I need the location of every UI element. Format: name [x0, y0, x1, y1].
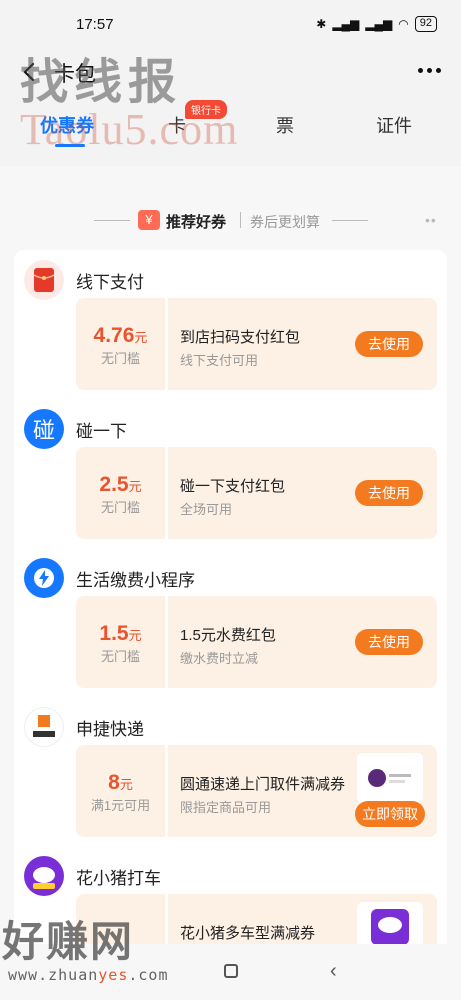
coupon-unit: 元 [134, 330, 148, 345]
express-logo-icon [24, 707, 64, 747]
coupon-title: 1.5元水费红包 [180, 627, 276, 644]
coupon-condition: 无门槛 [100, 500, 140, 515]
bluetooth-icon: ✱ [316, 17, 327, 31]
tab-active-indicator [55, 144, 85, 147]
coupon-value: 1.5元 无门槛 [76, 596, 165, 688]
section-title: ¥ 推荐好券 券后更划算 •• [0, 206, 461, 236]
coupon-card[interactable]: 8元 满1元可用 圆通速递上门取件满减券 限指定商品可用 立即领取 [76, 745, 437, 837]
coupon-card[interactable]: 1.5元 无门槛 1.5元水费红包 缴水费时立减 去使用 [76, 596, 437, 688]
claim-button[interactable]: 立即领取 [355, 801, 425, 827]
coupon-card[interactable]: 2.5元 无门槛 碰一下支付红包 全场可用 去使用 [76, 447, 437, 539]
more-options-icon[interactable] [415, 60, 443, 80]
coupon-amount: 4.76 [93, 324, 135, 347]
coupon-condition: 无门槛 [100, 351, 140, 366]
red-envelope-icon [24, 260, 64, 300]
coupon-divider [165, 745, 168, 837]
coupon-title: 圆通速递上门取件满减券 [180, 776, 346, 793]
coupon-divider [165, 894, 168, 950]
coupon-value [76, 894, 165, 950]
more-dots-icon[interactable]: •• [425, 212, 437, 228]
coupon-group-offline-pay: 线下支付 4.76元 无门槛 到店扫码支付红包 线下支付可用 去使用 [14, 250, 447, 399]
merchant-name: 线下支付 [76, 273, 144, 292]
wifi-icon: ◠ [398, 17, 409, 31]
tab-cards[interactable]: 卡 [168, 112, 186, 138]
merchant-name: 申捷快递 [76, 720, 144, 739]
bank-card-badge: 银行卡 [185, 100, 227, 119]
coupon-group-utility: 生活缴费小程序 1.5元 无门槛 1.5元水费红包 缴水费时立减 去使用 [14, 548, 447, 697]
status-bar: 17:57 ✱ ▂▄▆ ▂▄▆ ◠ 92 [0, 0, 461, 52]
back-arrow-icon[interactable] [18, 60, 42, 84]
tabs: 优惠券 卡 银行卡 票 证件 [0, 96, 461, 166]
tap-pay-icon: 碰 [24, 409, 64, 449]
coupon-group-tap-pay: 碰 碰一下 2.5元 无门槛 碰一下支付红包 全场可用 去使用 [14, 399, 447, 548]
coupon-group-express: 申捷快递 8元 满1元可用 圆通速递上门取件满减券 限指定商品可用 立即领取 [14, 697, 447, 846]
use-button[interactable]: 去使用 [355, 629, 423, 655]
coupon-title: 碰一下支付红包 [180, 478, 286, 495]
pig-logo-icon [24, 856, 64, 896]
coupon-subtitle: 缴水费时立减 [180, 651, 259, 666]
coupon-card[interactable]: 4.76元 无门槛 到店扫码支付红包 线下支付可用 去使用 [76, 298, 437, 390]
signal-icon: ▂▄▆ [332, 17, 360, 31]
coupon-divider [165, 447, 168, 539]
lightning-icon [24, 558, 64, 598]
battery-icon: 92 [414, 16, 437, 32]
coupon-unit: 元 [119, 777, 133, 792]
coupon-unit: 元 [128, 628, 142, 643]
tab-tickets[interactable]: 票 [276, 112, 294, 138]
coupon-amount: 8 [108, 771, 120, 794]
product-thumbnail [357, 902, 423, 950]
coupon-title: 到店扫码支付红包 [180, 329, 301, 346]
coupon-condition: 无门槛 [100, 649, 140, 664]
section-heading: 推荐好券 [166, 214, 227, 231]
merchant-name: 生活缴费小程序 [76, 571, 195, 590]
recent-apps-icon[interactable] [224, 964, 238, 978]
status-time: 17:57 [76, 16, 114, 33]
coupon-title: 花小猪多车型满减券 [180, 925, 316, 942]
coupon-list: 线下支付 4.76元 无门槛 到店扫码支付红包 线下支付可用 去使用 碰 碰一下… [14, 250, 447, 950]
coupon-divider [165, 596, 168, 688]
coupon-value: 4.76元 无门槛 [76, 298, 165, 390]
coupon-divider [165, 298, 168, 390]
divider-left [94, 220, 130, 221]
coupon-value: 2.5元 无门槛 [76, 447, 165, 539]
coupon-subtitle: 限指定商品可用 [180, 800, 272, 815]
coupon-card[interactable]: 花小猪多车型满减券 [76, 894, 437, 950]
page-title: 卡包 [54, 63, 96, 86]
coupon-value: 8元 满1元可用 [76, 745, 165, 837]
coupon-unit: 元 [128, 479, 142, 494]
nav-back-icon[interactable]: ‹ [330, 960, 337, 983]
tab-documents[interactable]: 证件 [376, 112, 412, 138]
coupon-amount: 2.5 [99, 473, 129, 496]
status-icons: ✱ ▂▄▆ ▂▄▆ ◠ 92 [316, 16, 437, 32]
coupon-group-huaxiaozhu: 花小猪打车 花小猪多车型满减券 [14, 846, 447, 950]
system-nav-bar: ‹ [0, 944, 461, 1000]
coupon-amount: 1.5 [99, 622, 129, 645]
signal-icon-2: ▂▄▆ [365, 17, 393, 31]
merchant-name: 花小猪打车 [76, 869, 161, 888]
section-subtitle: 券后更划算 [250, 214, 320, 230]
divider-right [332, 220, 368, 221]
section-separator [240, 212, 241, 228]
tab-coupons[interactable]: 优惠券 [40, 112, 94, 138]
coupon-subtitle: 线下支付可用 [180, 353, 259, 368]
use-button[interactable]: 去使用 [355, 331, 423, 357]
header: 卡包 [0, 52, 461, 96]
coupon-condition: 满1元可用 [90, 798, 151, 813]
merchant-name: 碰一下 [76, 422, 127, 441]
coupon-subtitle: 全场可用 [180, 502, 233, 517]
coupon-icon: ¥ [138, 210, 160, 230]
product-thumbnail [357, 753, 423, 803]
use-button[interactable]: 去使用 [355, 480, 423, 506]
